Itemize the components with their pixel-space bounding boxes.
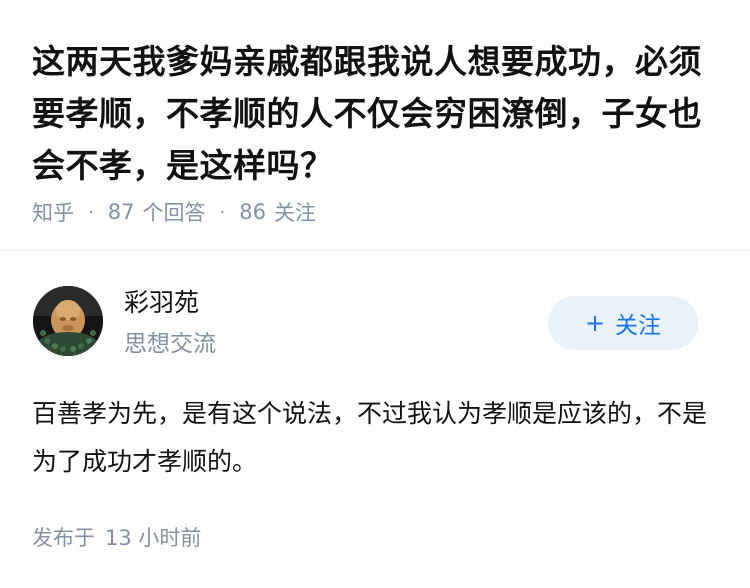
- publish-info: 发布于 13 小时前: [32, 522, 201, 552]
- section-divider: [0, 250, 750, 251]
- follow-button-label: 关注: [615, 313, 662, 339]
- meta-separator: ·: [88, 201, 94, 223]
- publish-time: 13 小时前: [105, 526, 202, 550]
- publish-label: 发布于: [32, 526, 95, 550]
- question-meta: 知乎 · 87 个回答 · 86 关注: [32, 196, 316, 228]
- follower-count: 86: [239, 200, 266, 224]
- source-label: 知乎: [32, 201, 74, 225]
- author-bio: 思想交流: [124, 331, 216, 357]
- question-title[interactable]: 这两天我爹妈亲戚都跟我说人想要成功，必须要孝顺，不孝顺的人不仅会穷困潦倒，子女也…: [32, 36, 722, 192]
- meta-separator: ·: [219, 201, 226, 223]
- answer-count-label: 个回答: [142, 201, 206, 225]
- answer-content[interactable]: 百善孝为先，是有这个说法，不过我认为孝顺是应该的，不是为了成功才孝顺的。: [32, 390, 722, 486]
- answer-page: 这两天我爹妈亲戚都跟我说人想要成功，必须要孝顺，不孝顺的人不仅会穷困潦倒，子女也…: [0, 0, 750, 588]
- follower-count-label: 关注: [273, 201, 316, 225]
- avatar[interactable]: [33, 286, 103, 356]
- answer-count: 87: [107, 200, 135, 224]
- avatar-photo-icon: [33, 286, 103, 356]
- plus-icon: +: [584, 309, 606, 337]
- follow-button[interactable]: + 关注: [548, 296, 698, 350]
- author-name[interactable]: 彩羽苑: [124, 286, 199, 320]
